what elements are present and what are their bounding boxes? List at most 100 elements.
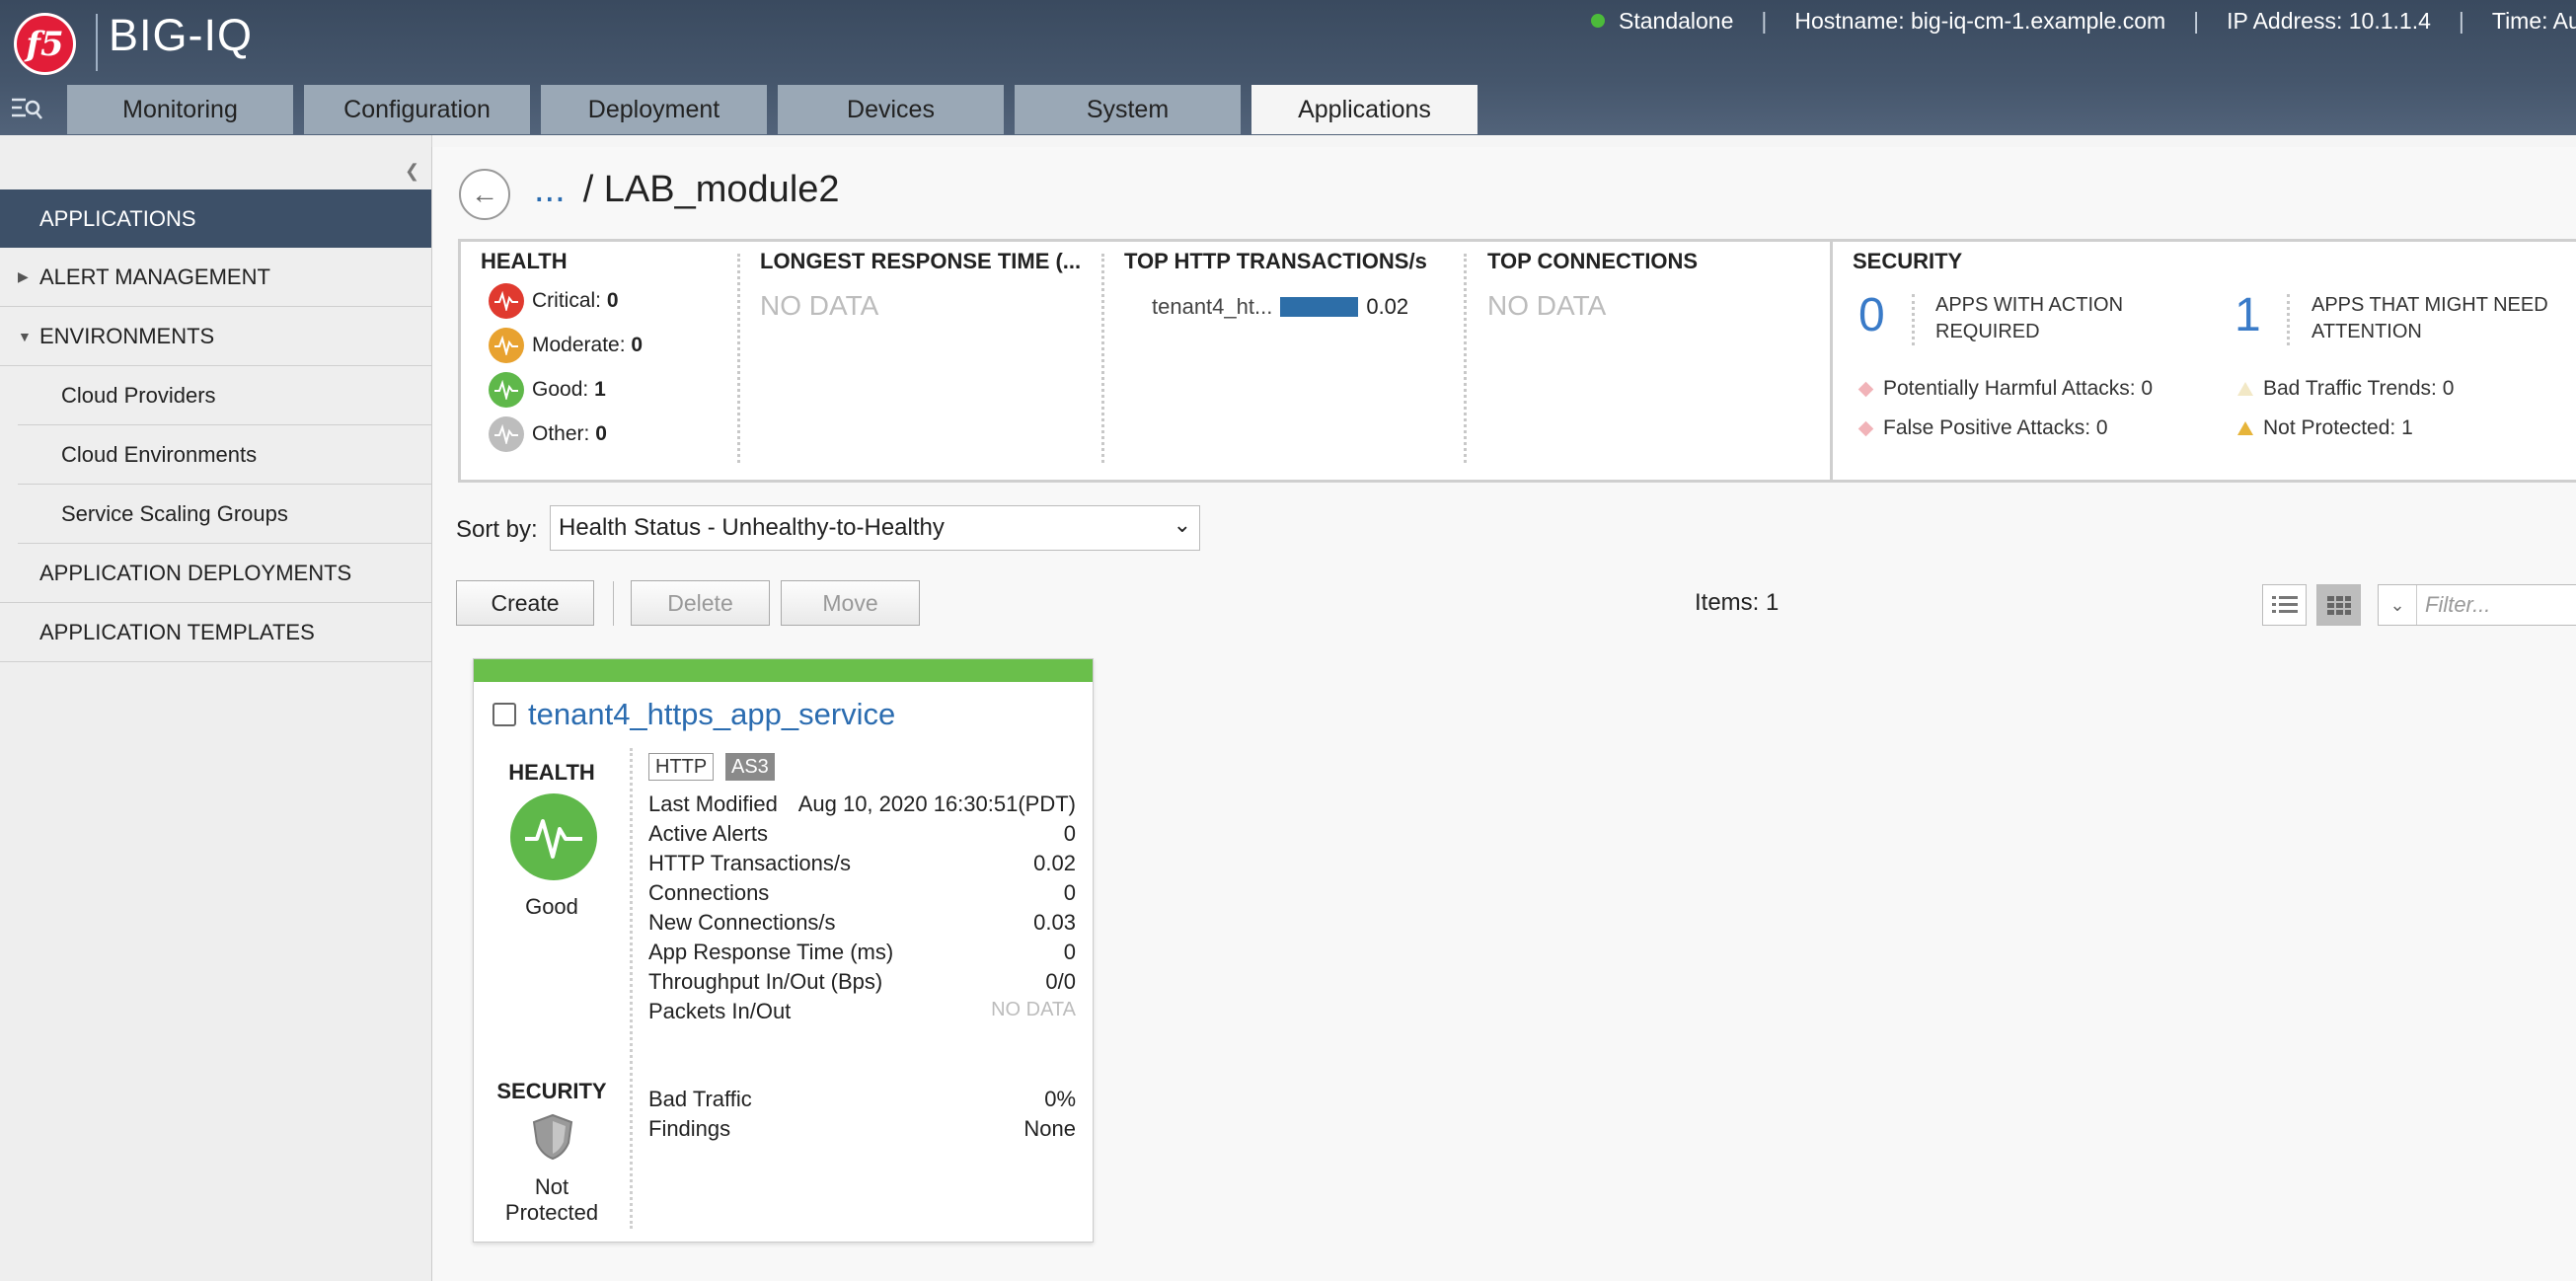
top-header: f5 BIG-IQ Standalone | Hostname: big-iq-… — [0, 0, 2576, 135]
http-transactions-tile[interactable]: TOP HTTP TRANSACTIONS/s tenant4_ht... 0.… — [1124, 249, 1450, 470]
top-connections-tile[interactable]: TOP CONNECTIONS NO DATA — [1487, 249, 1813, 470]
ip-text: IP Address: 10.1.1.4 — [2227, 7, 2431, 34]
breadcrumb-ellipsis[interactable]: ... — [534, 169, 566, 210]
logo-divider — [96, 14, 98, 71]
metric-label: Bad Traffic — [648, 1087, 752, 1111]
response-time-tile[interactable]: LONGEST RESPONSE TIME (... NO DATA — [760, 249, 1096, 470]
tab-devices[interactable]: Devices — [778, 85, 1004, 134]
status-divider: | — [2458, 7, 2464, 34]
http-bar-row[interactable]: tenant4_ht... 0.02 — [1152, 294, 1450, 320]
not-protected[interactable]: Not Protected: 1 — [2237, 416, 2413, 440]
tab-deployment[interactable]: Deployment — [541, 85, 767, 134]
status-divider: | — [2193, 7, 2200, 34]
tile-divider — [737, 254, 740, 463]
health-good[interactable]: Good: 1 — [489, 372, 737, 408]
moderate-pulse-icon — [489, 328, 524, 363]
card-app-title[interactable]: tenant4_https_app_service — [528, 697, 895, 732]
metric-throughput: Throughput In/Out (Bps) 0/0 — [648, 969, 1076, 995]
sidebar-item-environments[interactable]: ▼ ENVIRONMENTS — [0, 307, 431, 366]
warning-triangle-icon — [2237, 421, 2253, 435]
security-tile[interactable]: SECURITY 0 APPS WITH ACTION REQUIRED 1 A… — [1853, 249, 2573, 470]
metric-label: Findings — [648, 1116, 731, 1141]
delete-button[interactable]: Delete — [631, 580, 770, 626]
harmful-attacks-text: Potentially Harmful Attacks: 0 — [1883, 377, 2154, 400]
response-no-data: NO DATA — [760, 290, 879, 321]
back-arrow-icon[interactable]: ← — [459, 169, 510, 220]
sidebar-item-alert-management[interactable]: ▶ ALERT MANAGEMENT — [0, 248, 431, 307]
metric-bad-traffic: Bad Traffic 0% — [648, 1087, 1076, 1112]
breadcrumb: ... / LAB_module2 — [534, 169, 840, 211]
grid-view-icon[interactable] — [2316, 584, 2361, 626]
bad-traffic-trends[interactable]: Bad Traffic Trends: 0 — [2237, 377, 2454, 401]
attention-count[interactable]: 1 — [2235, 288, 2261, 342]
metric-value: 0 — [1063, 940, 1076, 964]
collapse-sidebar-icon[interactable]: ❮ — [405, 161, 419, 182]
card-select-checkbox[interactable] — [492, 703, 516, 726]
list-view-icon[interactable] — [2262, 584, 2307, 626]
tab-applications[interactable]: Applications — [1251, 85, 1477, 134]
sidebar-item-cloud-providers[interactable]: Cloud Providers — [18, 366, 431, 425]
metric-active-alerts: Active Alerts 0 — [648, 821, 1076, 847]
chevron-down-icon: ⌄ — [1173, 512, 1191, 537]
items-count: Items: 1 — [1695, 589, 1780, 616]
metric-value: 0 — [1063, 880, 1076, 905]
create-button[interactable]: Create — [456, 580, 594, 626]
sidebar-item-service-scaling-groups[interactable]: Service Scaling Groups — [18, 485, 431, 544]
status-divider: | — [1761, 7, 1768, 34]
sort-label: Sort by: — [456, 516, 538, 543]
health-moderate[interactable]: Moderate: 0 — [489, 328, 737, 363]
security-tile-title: SECURITY — [1853, 249, 1963, 273]
critical-pulse-icon — [489, 283, 524, 319]
good-count: 1 — [594, 378, 606, 401]
response-tile-title: LONGEST RESPONSE TIME (... — [760, 249, 1082, 273]
sidebar-item-label: APPLICATION DEPLOYMENTS — [39, 560, 352, 585]
tab-monitoring[interactable]: Monitoring — [67, 85, 293, 134]
sidebar-item-application-deployments[interactable]: APPLICATION DEPLOYMENTS — [0, 544, 431, 603]
toolbar-divider — [613, 581, 614, 626]
warning-triangle-icon — [2237, 382, 2253, 396]
diamond-icon — [1857, 420, 1874, 436]
sidebar-item-application-templates[interactable]: APPLICATION TEMPLATES — [0, 603, 431, 662]
tab-configuration[interactable]: Configuration — [304, 85, 530, 134]
http-badge: HTTP — [648, 753, 715, 781]
attention-label: APPS THAT MIGHT NEED ATTENTION — [2311, 294, 2548, 342]
metric-label: Connections — [648, 880, 770, 905]
metric-label: HTTP Transactions/s — [648, 851, 851, 875]
sidebar-item-label: ALERT MANAGEMENT — [39, 264, 270, 289]
menu-search-icon[interactable] — [10, 95, 49, 124]
http-app-name: tenant4_ht... — [1152, 294, 1273, 319]
harmful-attacks[interactable]: Potentially Harmful Attacks: 0 — [1857, 377, 2154, 401]
security-status-line1: Not — [534, 1174, 569, 1199]
sidebar-item-cloud-environments[interactable]: Cloud Environments — [18, 425, 431, 485]
metric-value: 0 — [1063, 821, 1076, 846]
tab-system[interactable]: System — [1015, 85, 1241, 134]
time-text: Time: Aug — [2491, 7, 2576, 34]
health-other[interactable]: Other: 0 — [489, 416, 737, 452]
filter-input[interactable]: ⌄ Filter... — [2378, 584, 2576, 626]
health-tile[interactable]: HEALTH Critical: 0 Moderate: 0 Good: 1 O… — [481, 249, 737, 470]
health-critical[interactable]: Critical: 0 — [489, 283, 737, 319]
moderate-count: 0 — [631, 334, 644, 356]
move-button[interactable]: Move — [781, 580, 920, 626]
sidebar-item-applications[interactable]: APPLICATIONS — [0, 189, 431, 248]
summary-dashboard: HEALTH Critical: 0 Moderate: 0 Good: 1 O… — [458, 239, 2576, 483]
sidebar-nav: APPLICATIONS ▶ ALERT MANAGEMENT ▼ ENVIRO… — [0, 189, 431, 662]
sidebar: ❮ APPLICATIONS ▶ ALERT MANAGEMENT ▼ ENVI… — [0, 135, 432, 1281]
filter-dropdown-chevron-icon[interactable]: ⌄ — [2379, 585, 2417, 625]
http-bar — [1280, 297, 1359, 317]
caret-down-icon: ▼ — [18, 328, 32, 344]
card-health-stripe — [474, 659, 1093, 682]
tile-divider — [1101, 254, 1104, 463]
sort-selected-value: Health Status - Unhealthy-to-Healthy — [559, 514, 945, 541]
metric-last-modified: Last Modified Aug 10, 2020 16:30:51(PDT) — [648, 791, 1076, 817]
security-divider — [1830, 242, 1833, 480]
application-card[interactable]: tenant4_https_app_service HEALTH Good HT… — [473, 658, 1094, 1243]
metric-value: NO DATA — [991, 999, 1076, 1020]
critical-label: Critical: — [532, 289, 602, 312]
false-positive-attacks[interactable]: False Positive Attacks: 0 — [1857, 416, 2108, 440]
sort-select[interactable]: Health Status - Unhealthy-to-Healthy ⌄ — [550, 505, 1200, 551]
sidebar-item-label: Cloud Environments — [61, 441, 258, 467]
action-required-count[interactable]: 0 — [1858, 288, 1885, 342]
security-divider-dots — [2287, 294, 2290, 345]
card-health-status: Good — [525, 894, 578, 919]
